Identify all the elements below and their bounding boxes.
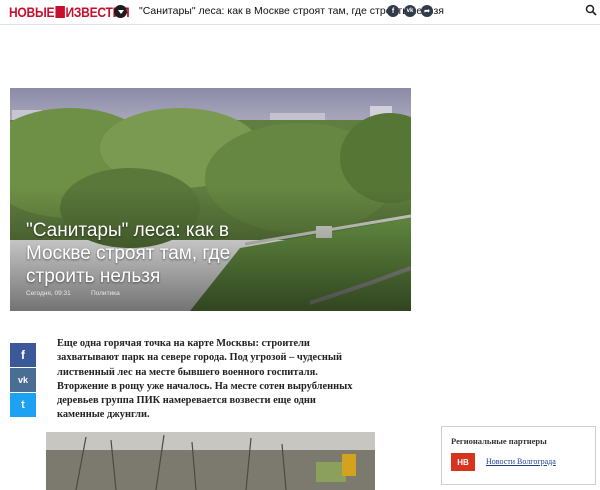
facebook-glyph: f	[391, 7, 395, 15]
site-logo[interactable]: НОВЫЕ ИЗВЕСТИЯ	[9, 3, 130, 20]
hero-title[interactable]: "Санитары" леса: как в Москве строят там…	[26, 219, 276, 288]
hero-date: Сегодня, 09:31	[26, 290, 71, 297]
share-glyph: ➦	[424, 8, 430, 15]
article-photo	[46, 432, 375, 490]
logo-mark-icon	[55, 5, 65, 18]
header-facebook-icon[interactable]: f	[387, 5, 399, 17]
share-vk-button[interactable]: vk	[10, 368, 36, 392]
header-vk-icon[interactable]: vk	[404, 5, 416, 17]
menu-dropdown-icon[interactable]	[114, 5, 127, 18]
site-header: НОВЫЕ ИЗВЕСТИЯ "Санитары" леса: как в Мо…	[0, 0, 600, 25]
hero-image[interactable]: "Санитары" леса: как в Москве строят там…	[10, 88, 411, 311]
search-icon[interactable]	[585, 4, 597, 16]
twitter-icon: t	[21, 399, 25, 411]
partners-heading: Региональные партнеры	[451, 436, 547, 446]
logo-left: НОВЫЕ	[9, 3, 55, 20]
partner-logo-text: НВ	[457, 457, 469, 467]
partner-link[interactable]: Новости Волгограда	[486, 457, 556, 466]
regional-partners-box: Региональные партнеры НВ Новости Волгогр…	[441, 426, 596, 485]
vk-icon: vk	[17, 375, 28, 385]
share-facebook-button[interactable]: f	[10, 343, 36, 367]
article-photo-image	[46, 432, 375, 490]
hero-category[interactable]: Политика	[91, 290, 120, 297]
article-lead: Еще одна горячая точка на карте Москвы: …	[57, 338, 353, 421]
partner-logo-icon[interactable]: НВ	[451, 453, 475, 471]
vk-glyph: vk	[406, 8, 414, 14]
share-twitter-button[interactable]: t	[10, 393, 36, 417]
header-share-icon[interactable]: ➦	[421, 5, 433, 17]
facebook-icon: f	[21, 348, 25, 362]
